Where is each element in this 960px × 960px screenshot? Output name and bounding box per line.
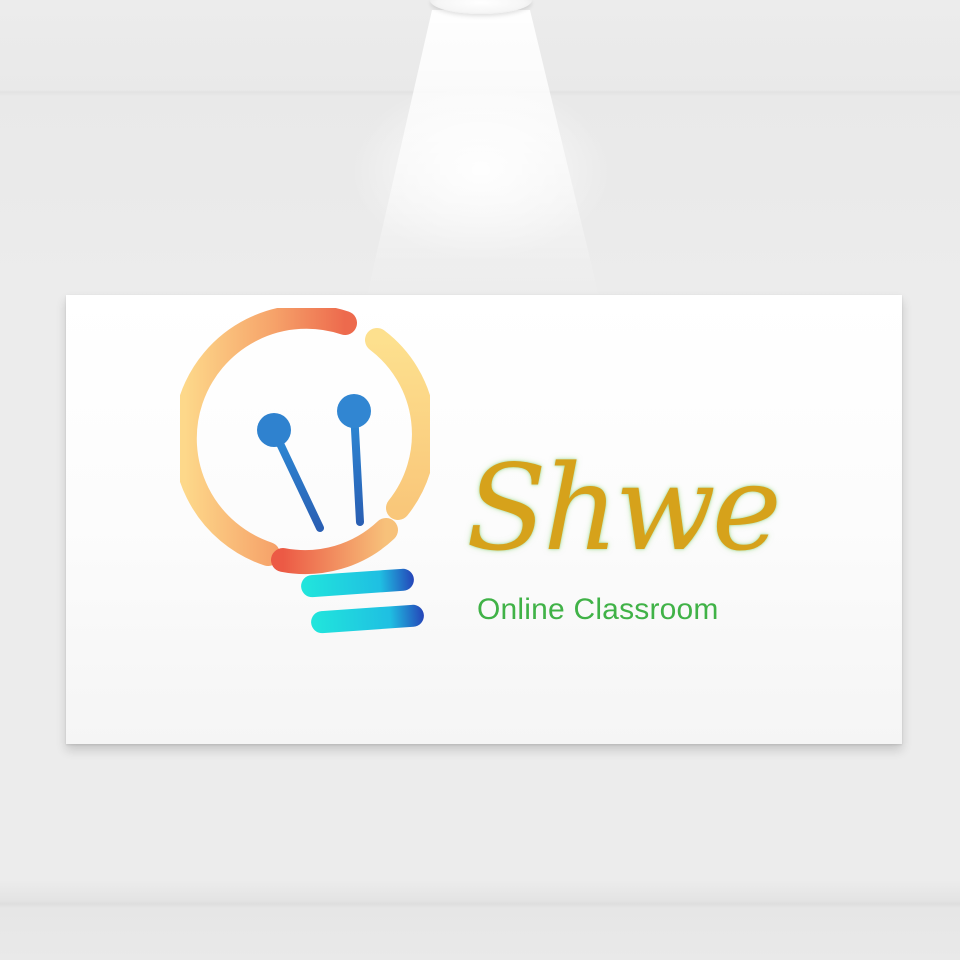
- bulb-ring-bottom: [271, 518, 398, 575]
- bulb-base-stripe-bottom: [311, 604, 424, 634]
- filament-knob-left: [257, 413, 291, 447]
- filament-left: [271, 429, 324, 532]
- filament-knob-right: [337, 394, 371, 428]
- brand-name: Shwe: [466, 439, 782, 577]
- bulb-ring-right: [365, 328, 430, 520]
- lightbulb-icon: [180, 308, 430, 634]
- brand-tagline: Online Classroom: [477, 593, 719, 626]
